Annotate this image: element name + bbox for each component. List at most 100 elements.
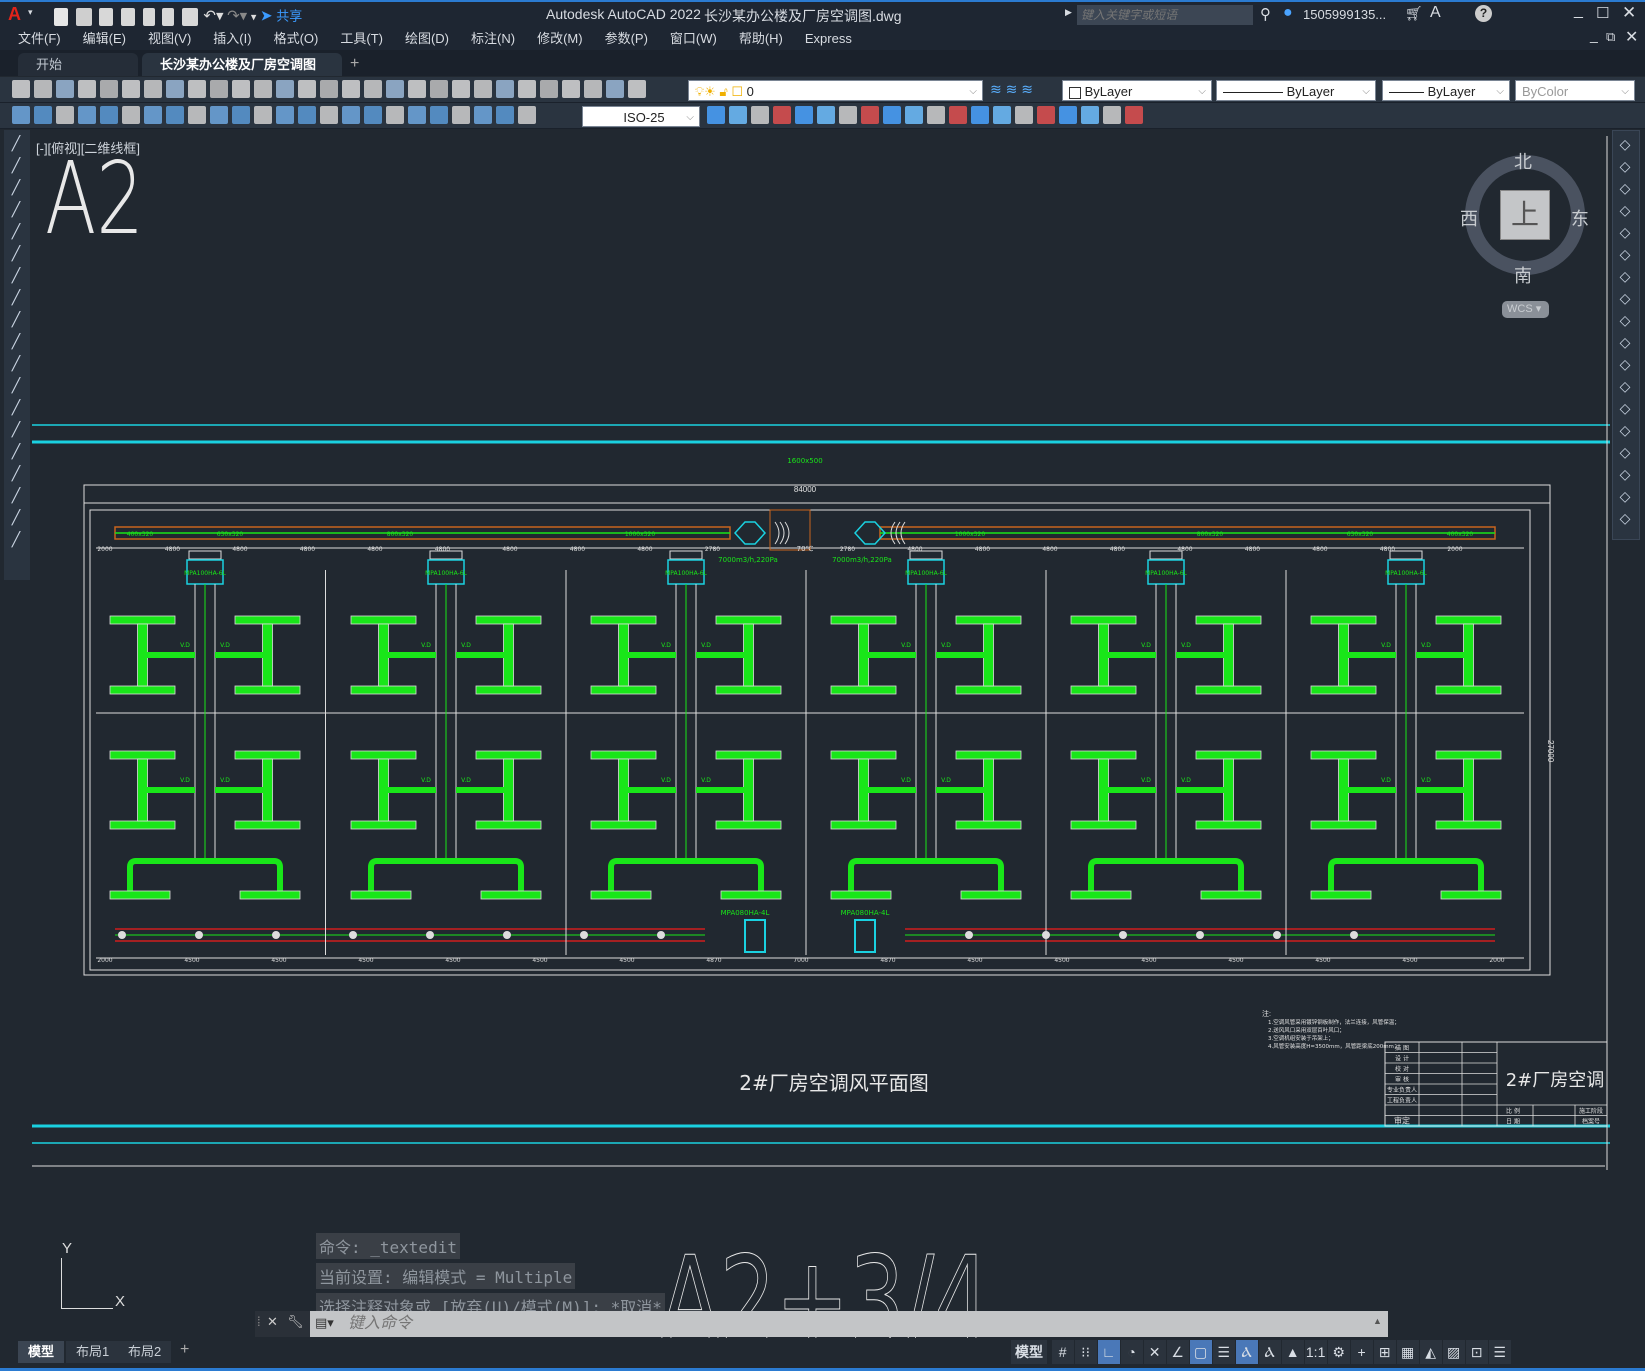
break-at-point-tool-icon[interactable]: ◇: [1616, 377, 1634, 395]
add-selected-tool-icon[interactable]: ╱: [7, 530, 25, 548]
linetype-dropdown[interactable]: ByLayer ⌵: [1216, 80, 1376, 101]
close-button[interactable]: ✕: [1622, 3, 1636, 23]
command-input[interactable]: [310, 1311, 1388, 1337]
lineweight-icon[interactable]: ☰: [1212, 1340, 1235, 1364]
chamfer-tool-icon[interactable]: ◇: [1616, 443, 1634, 461]
tool-palettes-icon[interactable]: [452, 80, 470, 98]
menu-item[interactable]: Express: [794, 27, 863, 50]
undo-icon[interactable]: ↶▾: [203, 7, 223, 24]
array-tool-icon[interactable]: ◇: [1616, 223, 1634, 241]
minimize-button[interactable]: _: [1574, 2, 1583, 20]
save-icon[interactable]: [56, 80, 74, 98]
save-icon[interactable]: [99, 8, 114, 26]
pan-icon[interactable]: [320, 80, 338, 98]
hardware-accel-icon[interactable]: ▨: [1442, 1340, 1465, 1364]
blend-tool-icon[interactable]: ◇: [1616, 487, 1634, 505]
zoom-window-icon[interactable]: [364, 80, 382, 98]
qnew-icon[interactable]: [518, 106, 536, 124]
menu-item[interactable]: 标注(N): [460, 27, 526, 50]
open-icon[interactable]: [34, 80, 52, 98]
mobile-icon[interactable]: [162, 8, 175, 26]
circle-tool-icon[interactable]: ╱: [7, 244, 25, 262]
dim-update-icon[interactable]: [496, 106, 514, 124]
make-block-tool-icon[interactable]: ╱: [7, 376, 25, 394]
isodraft-icon[interactable]: ✕: [1143, 1340, 1166, 1364]
dim-break-icon[interactable]: [342, 106, 360, 124]
isolate-icon[interactable]: ◭: [1419, 1340, 1442, 1364]
scale-tool-icon[interactable]: ◇: [1616, 289, 1634, 307]
menu-item[interactable]: 格式(O): [263, 27, 330, 50]
print-icon[interactable]: [181, 8, 198, 26]
revolve-icon[interactable]: [795, 106, 813, 124]
compass-east[interactable]: 东: [1571, 205, 1589, 231]
extend-tool-icon[interactable]: ◇: [1616, 355, 1634, 373]
fillet-tool-icon[interactable]: ◇: [1616, 465, 1634, 483]
compass-north[interactable]: 北: [1514, 148, 1532, 174]
layer-state-icon[interactable]: [56, 106, 74, 124]
dim-arc-icon[interactable]: [122, 106, 140, 124]
quick-dim-icon[interactable]: [254, 106, 272, 124]
slice-icon[interactable]: [883, 106, 901, 124]
union-icon[interactable]: [707, 106, 725, 124]
quick-props-icon[interactable]: ▦: [1396, 1340, 1419, 1364]
color-dropdown[interactable]: ByLayer ⌵: [1062, 80, 1212, 101]
close-command-line-icon[interactable]: ✕: [267, 1314, 278, 1330]
customize-wrench-icon[interactable]: 🔧︎: [287, 1314, 304, 1330]
table-tool-icon[interactable]: ╱: [7, 486, 25, 504]
annotation-monitor-icon[interactable]: +: [1350, 1340, 1373, 1364]
drawing-canvas[interactable]: [32, 130, 1610, 1330]
auto-scale-icon[interactable]: Ⲁ: [1258, 1340, 1281, 1364]
layer-tools-icon[interactable]: ≋ ≋ ≋: [990, 81, 1033, 98]
line-tool-icon[interactable]: ╱: [7, 134, 25, 152]
dim-aligned-icon[interactable]: [100, 106, 118, 124]
publish-icon[interactable]: [142, 8, 155, 26]
fullscreen-icon[interactable]: ⊡: [1465, 1340, 1488, 1364]
user-name[interactable]: 1505999135...: [1303, 7, 1386, 22]
qnew-icon[interactable]: [12, 106, 30, 124]
ellipse-tool-icon[interactable]: ╱: [7, 310, 25, 328]
erase-tool-icon[interactable]: ◇: [1616, 135, 1634, 153]
compass-west[interactable]: 西: [1460, 205, 1478, 231]
zoom-realtime-icon[interactable]: [342, 80, 360, 98]
annotation-scale-button[interactable]: 1:1: [1304, 1340, 1327, 1364]
plot-icon[interactable]: [78, 80, 96, 98]
menu-item[interactable]: 帮助(H): [728, 27, 794, 50]
autocad-logo[interactable]: A: [8, 4, 21, 25]
help-icon[interactable]: [540, 80, 558, 98]
menu-item[interactable]: 绘图(D): [394, 27, 460, 50]
point-tool-icon[interactable]: ╱: [7, 398, 25, 416]
units-icon[interactable]: ⊞: [1373, 1340, 1396, 1364]
annotation-scale-icon[interactable]: ▲: [1281, 1340, 1304, 1364]
new-icon[interactable]: [584, 80, 602, 98]
menu-item[interactable]: 工具(T): [329, 27, 394, 50]
design-center-icon[interactable]: [430, 80, 448, 98]
polyline-tool-icon[interactable]: ╱: [7, 156, 25, 174]
sheet-set-icon[interactable]: [474, 80, 492, 98]
dim-jogged-icon[interactable]: [188, 106, 206, 124]
plotstyle-dropdown[interactable]: ByColor ⌵: [1515, 80, 1635, 101]
hatch-tool-icon[interactable]: ╱: [7, 420, 25, 438]
ellipse-arc-tool-icon[interactable]: ╱: [7, 332, 25, 350]
app-menu-chevron-icon[interactable]: ▾: [28, 7, 33, 18]
command-history-toggle-icon[interactable]: ▲: [1373, 1316, 1382, 1326]
ortho-icon[interactable]: ∟: [1097, 1340, 1120, 1364]
gradient-tool-icon[interactable]: ╱: [7, 442, 25, 460]
user-icon[interactable]: ●: [1283, 4, 1293, 22]
dim-continue-icon[interactable]: [298, 106, 316, 124]
command-prompt-icon[interactable]: ▤▾: [315, 1315, 334, 1331]
mirror-3d-icon[interactable]: [1103, 106, 1121, 124]
check-icon[interactable]: [34, 106, 52, 124]
osnap-tracking-icon[interactable]: ∠: [1166, 1340, 1189, 1364]
dim-linear-icon[interactable]: [78, 106, 96, 124]
dim-baseline-icon[interactable]: [276, 106, 294, 124]
properties-icon[interactable]: [408, 80, 426, 98]
save-as-icon[interactable]: [120, 8, 135, 26]
maximize-button[interactable]: ☐: [1596, 4, 1609, 22]
search-expand-icon[interactable]: ▶: [1065, 7, 1072, 18]
rotate-tool-icon[interactable]: ◇: [1616, 267, 1634, 285]
markup-icon[interactable]: [496, 80, 514, 98]
move-tool-icon[interactable]: ◇: [1616, 245, 1634, 263]
menu-item[interactable]: 视图(V): [137, 27, 202, 50]
match-props-icon[interactable]: [232, 80, 250, 98]
presspull-icon[interactable]: [861, 106, 879, 124]
